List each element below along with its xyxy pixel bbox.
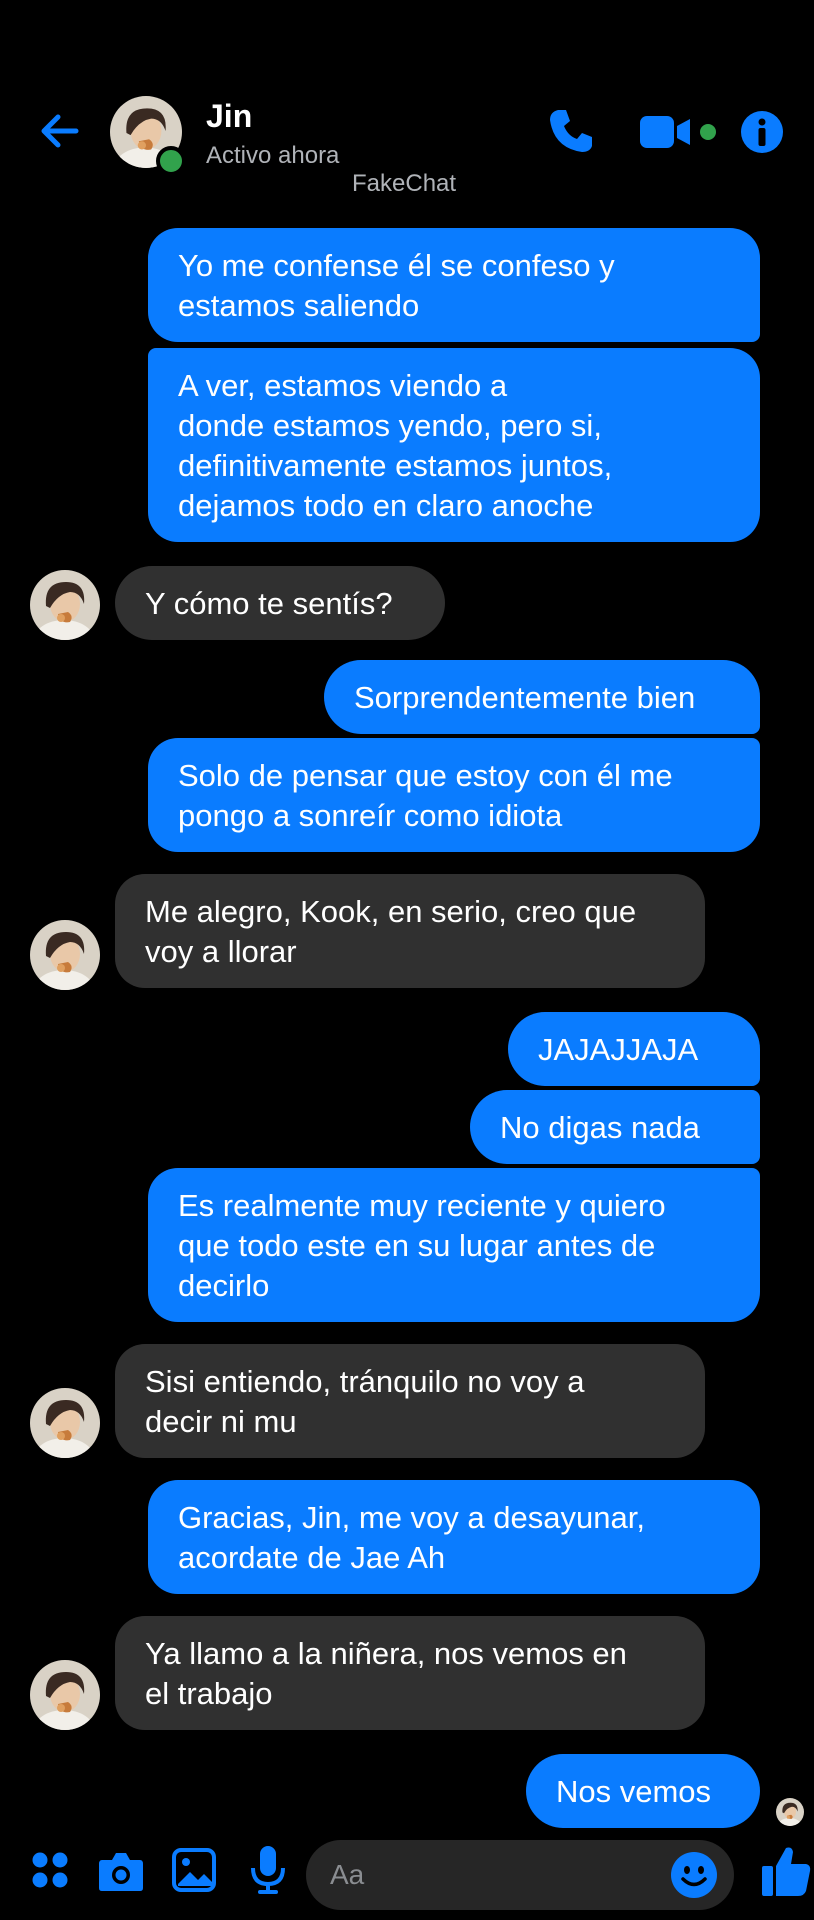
message-input-placeholder: Aa <box>330 1859 365 1890</box>
back-arrow-icon[interactable] <box>36 106 86 156</box>
contact-avatar-small <box>30 570 100 640</box>
message-bubble-outgoing[interactable]: Yo me confense él se confeso y estamos s… <box>148 228 760 342</box>
message-bubble-outgoing[interactable]: Solo de pensar que estoy con él me pongo… <box>148 738 760 852</box>
message-bubble-incoming[interactable]: Me alegro, Kook, en serio, creo que voy … <box>115 874 705 988</box>
info-icon[interactable] <box>740 110 784 154</box>
video-icon[interactable] <box>640 114 720 150</box>
message-bubble-outgoing[interactable]: Gracias, Jin, me voy a desayunar, acorda… <box>148 1480 760 1594</box>
message-bubble-incoming[interactable]: Ya llamo a la niñera, nos vemos en el tr… <box>115 1616 705 1730</box>
contact-avatar-small <box>30 1388 100 1458</box>
emoji-icon[interactable] <box>670 1851 718 1899</box>
message-bubble-outgoing[interactable]: Es realmente muy reciente y quiero que t… <box>148 1168 760 1322</box>
app-watermark: FakeChat <box>352 170 457 197</box>
message-bubble-outgoing[interactable]: Sorprendentemente bien <box>324 660 760 734</box>
message-bubble-incoming[interactable]: Y cómo te sentís? <box>115 566 445 640</box>
seen-avatar <box>776 1798 804 1826</box>
contact-status: Activo ahora <box>206 142 340 169</box>
message-bubble-outgoing[interactable]: Nos vemos <box>526 1754 760 1828</box>
contact-avatar-small <box>30 920 100 990</box>
gallery-icon[interactable] <box>172 1848 216 1892</box>
chat-header: Jin Activo ahora FakeChat <box>0 0 814 200</box>
apps-icon[interactable] <box>30 1850 70 1890</box>
message-bubble-incoming[interactable]: Sisi entiendo, tránquilo no voy a decir … <box>115 1344 705 1458</box>
contact-avatar-small <box>30 1660 100 1730</box>
camera-icon[interactable] <box>98 1850 144 1892</box>
microphone-icon[interactable] <box>248 1844 288 1896</box>
message-input[interactable]: Aa <box>306 1840 734 1910</box>
message-list[interactable]: Yo me confense él se confeso y estamos s… <box>0 120 814 1830</box>
online-indicator <box>156 146 186 176</box>
message-bubble-outgoing[interactable]: No digas nada <box>470 1090 760 1164</box>
contact-name[interactable]: Jin <box>206 98 252 135</box>
like-icon[interactable] <box>760 1844 812 1898</box>
phone-icon[interactable] <box>546 106 596 156</box>
message-bubble-outgoing[interactable]: JAJAJJAJA <box>508 1012 760 1086</box>
message-bubble-outgoing[interactable]: A ver, estamos viendo a donde estamos ye… <box>148 348 760 542</box>
